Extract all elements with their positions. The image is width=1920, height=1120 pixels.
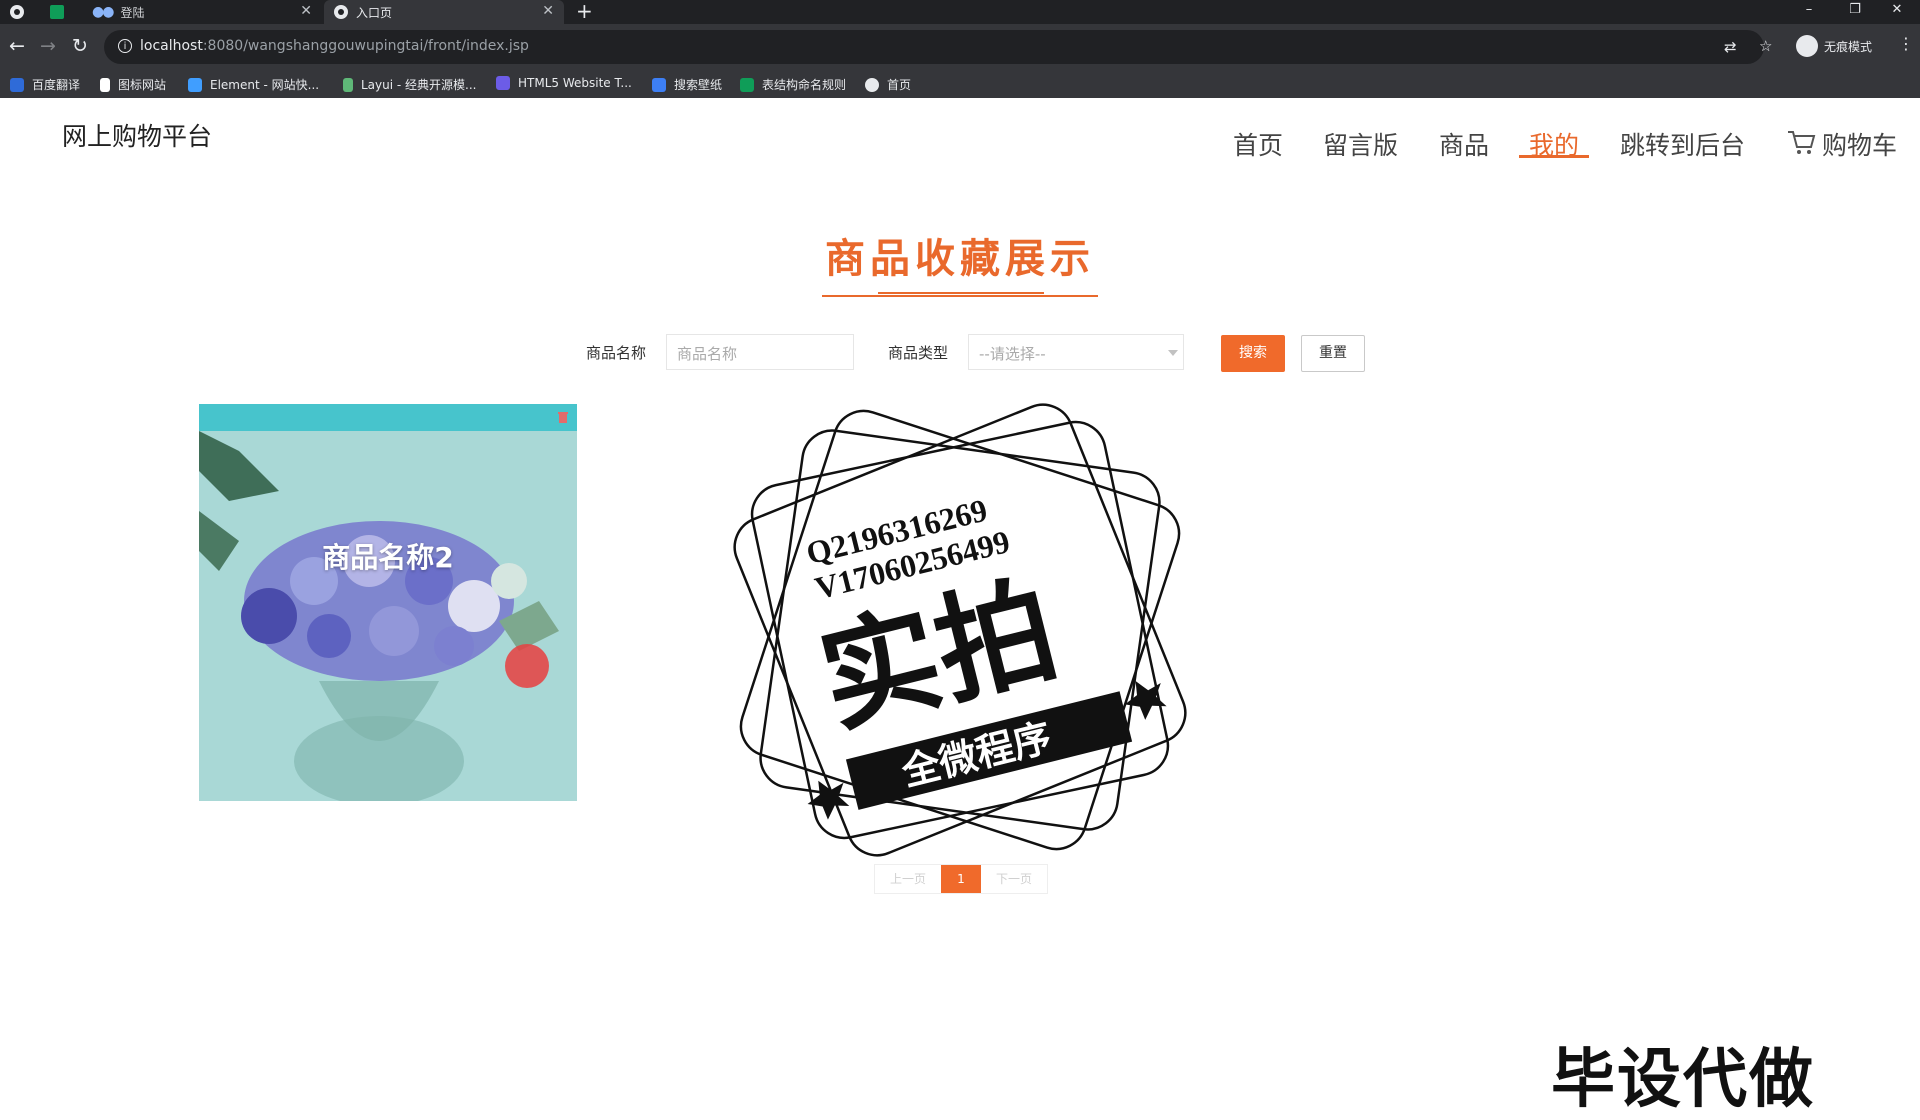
bookmarks-bar: 百度翻译 图标网站 Element - 网站快... Layui - 经典开源模… [0, 70, 1920, 99]
page-content: 网上购物平台 首页 留言版 商品 我的 跳转到后台 购物车 商品收藏展示 商品名… [0, 98, 1920, 1117]
bookmark-icon [188, 77, 202, 92]
card-header [199, 404, 577, 431]
bookmark-item[interactable]: 表结构命名规则 [740, 76, 846, 93]
close-icon[interactable]: ✕ [300, 3, 312, 19]
nav-cart[interactable]: 购物车 [1822, 126, 1897, 162]
section-title: 商品收藏展示 [825, 236, 1095, 282]
tab-login-label: 登陆 [120, 5, 145, 20]
nav-messages[interactable]: 留言版 [1323, 126, 1398, 162]
app-icon: ●● [92, 4, 114, 20]
title-divider-accent [878, 292, 1044, 294]
tab-pinned-2[interactable] [40, 0, 80, 24]
cart-icon[interactable] [1786, 128, 1816, 156]
site-brand[interactable]: 网上购物平台 [62, 117, 212, 153]
info-icon[interactable]: i [118, 39, 132, 53]
bookmark-item[interactable]: Element - 网站快... [188, 76, 319, 93]
globe-icon [334, 5, 348, 19]
star-icon[interactable]: ☆ [1759, 37, 1772, 55]
globe-icon [10, 5, 24, 19]
bookmark-item[interactable]: 百度翻译 [10, 76, 80, 93]
name-filter-label: 商品名称 [586, 344, 647, 362]
type-filter-label: 商品类型 [888, 344, 949, 362]
nav-products[interactable]: 商品 [1439, 126, 1489, 162]
nav-active-indicator [1519, 155, 1589, 158]
forward-arrow-icon[interactable]: → [40, 36, 56, 56]
sheet-icon [50, 5, 64, 19]
tab-login[interactable]: ●● 登陆 ✕ [82, 0, 322, 24]
favorite-item-card[interactable]: 商品名称2 [199, 404, 577, 801]
bookmark-icon [496, 76, 510, 90]
trash-icon[interactable] [557, 411, 569, 423]
close-icon[interactable]: ✕ [542, 3, 554, 19]
minimize-icon[interactable]: – [1786, 0, 1832, 24]
globe-icon [865, 77, 879, 92]
restore-icon[interactable]: ❐ [1832, 0, 1878, 24]
bookmark-item[interactable]: 首页 [865, 76, 911, 93]
nav-admin[interactable]: 跳转到后台 [1620, 126, 1745, 162]
url-text: localhost:8080/wangshanggouwupingtai/fro… [140, 38, 529, 54]
translate-icon[interactable]: ⇄ [1724, 38, 1737, 56]
close-window-icon[interactable]: ✕ [1874, 0, 1920, 24]
bookmark-item[interactable]: HTML5 Website T... [496, 76, 632, 90]
tab-pinned-1[interactable] [0, 0, 40, 24]
browser-menu-icon[interactable]: ⋮ [1898, 34, 1914, 53]
bookmark-item[interactable]: Layui - 经典开源模... [343, 76, 476, 93]
tab-entry-label: 入口页 [356, 5, 393, 20]
cursor-click-indicator [505, 644, 549, 688]
incognito-profile[interactable]: 无痕模式 [1796, 35, 1872, 57]
incognito-icon [1796, 35, 1818, 57]
browser-tabstrip: ●● 登陆 ✕ 入口页 ✕ + – ❐ ✕ [0, 0, 1920, 24]
address-bar[interactable]: i localhost:8080/wangshanggouwupingtai/f… [104, 30, 1772, 64]
corner-watermark: 毕设代做 [1551, 1043, 1815, 1117]
bookmark-icon [740, 77, 754, 92]
reset-button[interactable]: 重置 [1301, 335, 1365, 372]
nav-home[interactable]: 首页 [1233, 126, 1283, 162]
product-name: 商品名称2 [322, 541, 454, 574]
tab-entry[interactable]: 入口页 ✕ [324, 0, 564, 24]
bookmark-item[interactable]: 搜索壁纸 [652, 76, 722, 93]
watermark-stamp: Q2196316269 V17060256499 实拍 全微程序 [733, 403, 1187, 857]
title-divider [822, 295, 1098, 297]
chevron-down-icon [1168, 350, 1178, 356]
flag-icon [100, 77, 110, 92]
product-type-select[interactable]: --请选择-- [968, 334, 1184, 370]
product-image[interactable] [199, 431, 577, 801]
bookmark-item[interactable]: 图标网站 [100, 76, 166, 93]
profile-label: 无痕模式 [1824, 39, 1873, 54]
product-name-input[interactable]: 商品名称 [666, 334, 854, 370]
search-button[interactable]: 搜索 [1221, 335, 1285, 372]
bookmark-icon [652, 77, 666, 92]
bookmark-icon [10, 77, 24, 92]
back-arrow-icon[interactable]: ← [9, 36, 25, 56]
new-tab-button[interactable]: + [576, 0, 593, 23]
browser-toolbar: ← → ↻ i localhost:8080/wangshanggouwupin… [0, 24, 1920, 70]
reload-icon[interactable]: ↻ [72, 36, 88, 56]
bookmark-icon [343, 77, 353, 92]
